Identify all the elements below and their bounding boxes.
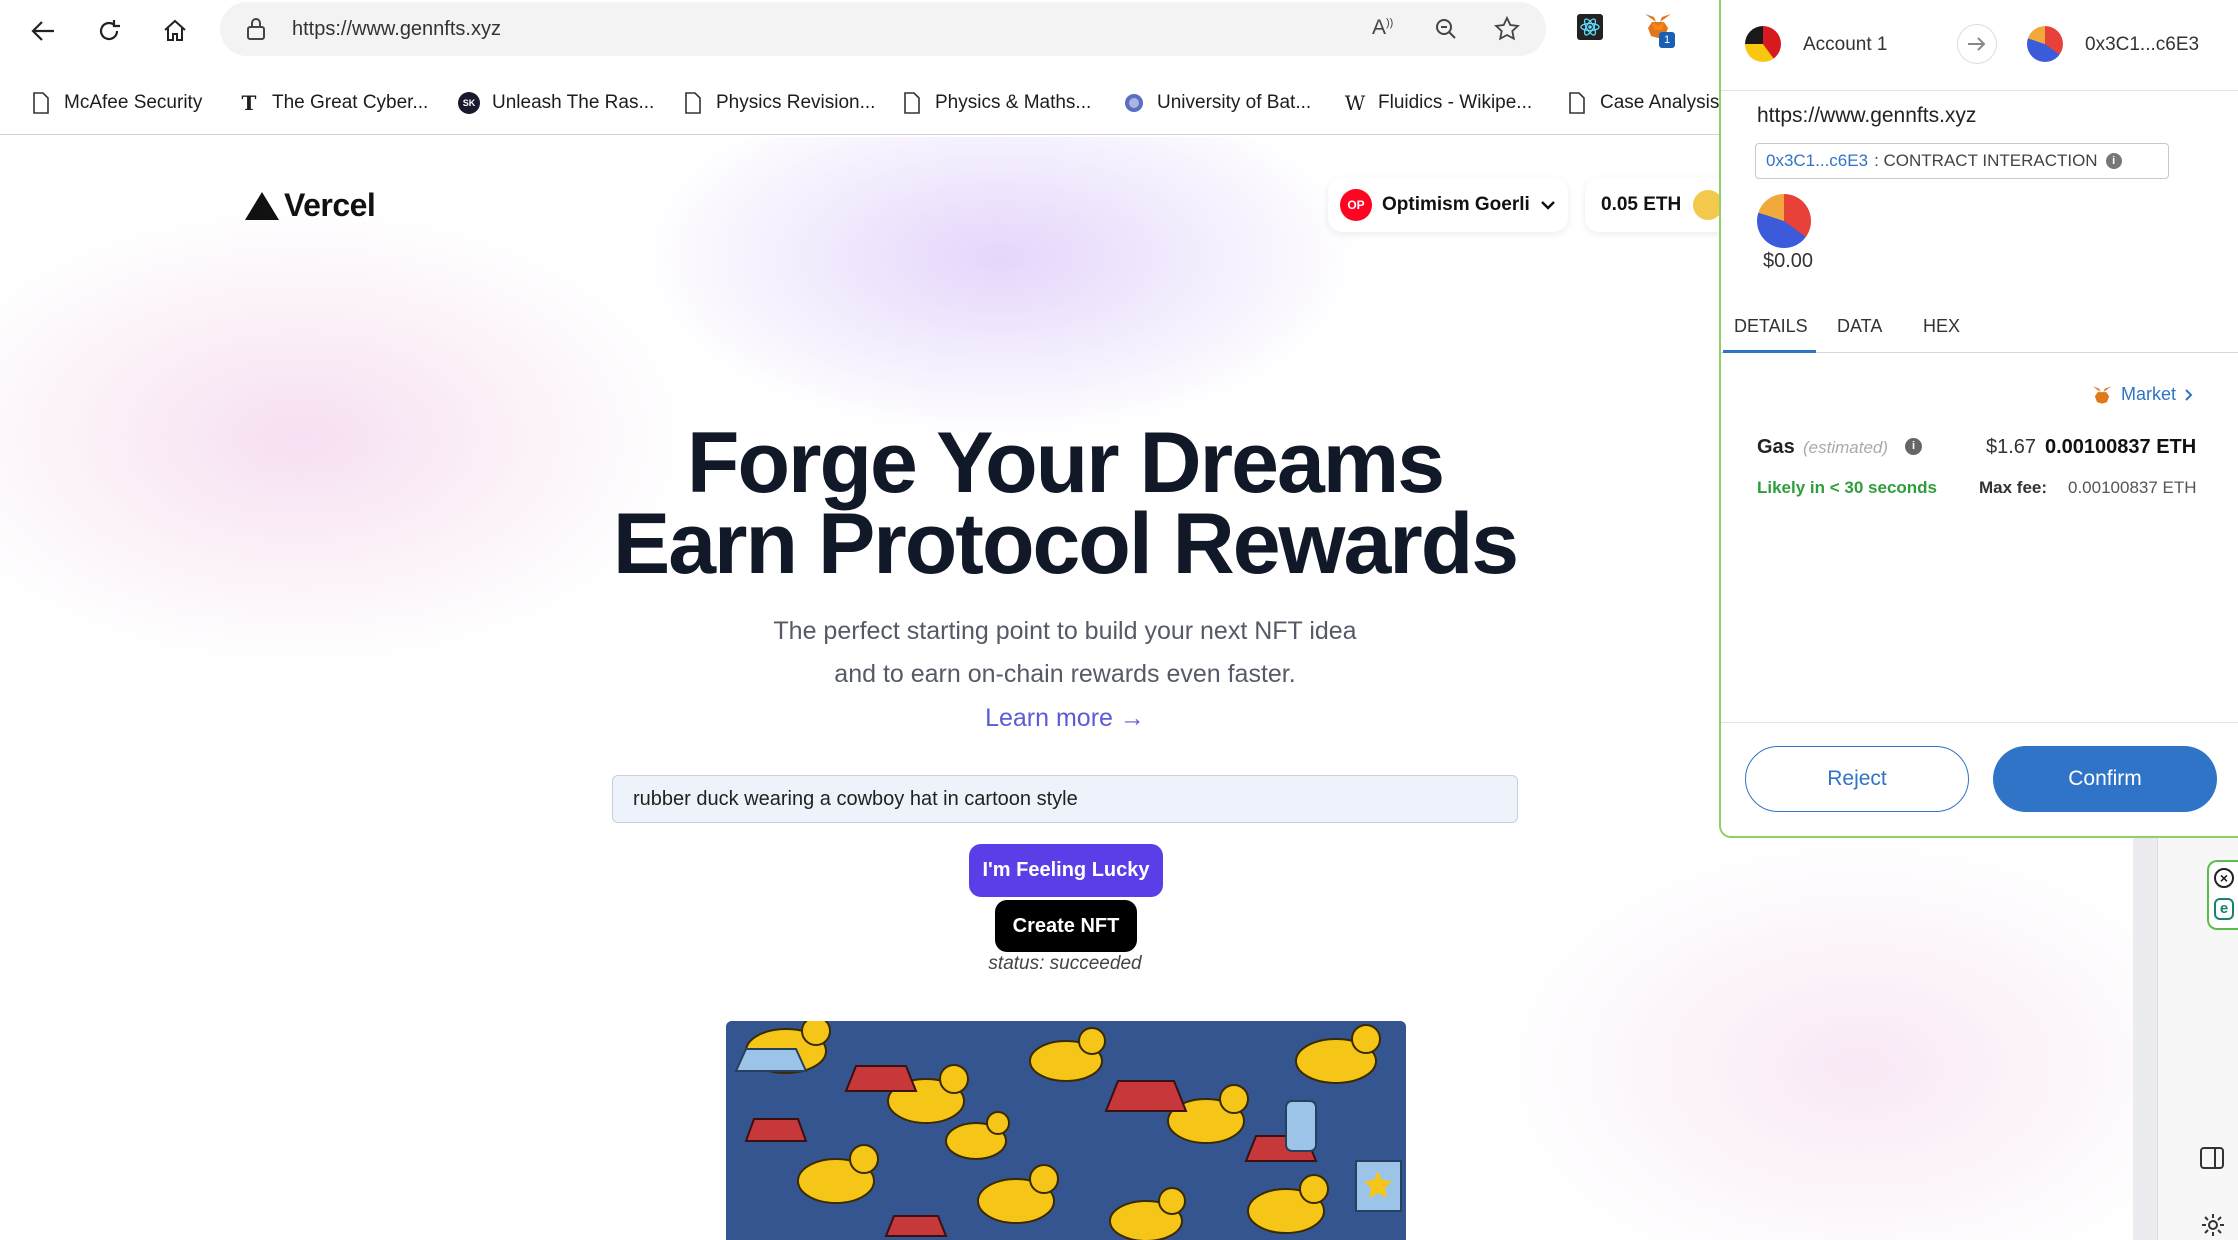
- popup-header: Account 1 0x3C1...c6E3: [1721, 0, 2238, 91]
- bookmark-label: Physics & Maths...: [935, 92, 1092, 113]
- active-tab-indicator: [1723, 350, 1816, 353]
- bookmark-item[interactable]: McAfee Security: [30, 86, 202, 120]
- tab-details[interactable]: DETAILS: [1734, 316, 1808, 337]
- tab-data[interactable]: DATA: [1837, 316, 1882, 337]
- reload-icon: [99, 20, 120, 41]
- globe-icon: [1123, 91, 1145, 115]
- bookmark-label: Physics Revision...: [716, 92, 876, 113]
- fox-icon: [2092, 385, 2112, 404]
- op-badge-icon: OP: [1340, 189, 1372, 221]
- home-button[interactable]: [154, 10, 196, 52]
- document-icon: [682, 91, 704, 115]
- origin-url: https://www.gennfts.xyz: [1757, 104, 1977, 127]
- market-label: Market: [2121, 384, 2177, 404]
- bookmark-item[interactable]: W Fluidics - Wikipe...: [1344, 86, 1532, 120]
- lock-icon: [247, 18, 265, 40]
- document-icon: [901, 91, 923, 115]
- balance-text: 0.05 ETH: [1601, 194, 1682, 215]
- gas-estimated-label: (estimated): [1803, 438, 1889, 457]
- bookmark-item[interactable]: University of Bat...: [1123, 86, 1311, 120]
- vercel-triangle-icon: [245, 191, 279, 220]
- arrow-right-icon: [1957, 24, 1997, 64]
- bookmark-label: The Great Cyber...: [272, 92, 429, 113]
- network-label: Optimism Goerli: [1382, 194, 1530, 215]
- metamask-extension-icon[interactable]: 1: [1643, 12, 1677, 48]
- home-icon: [164, 19, 186, 41]
- extension-widget[interactable]: × e: [2207, 860, 2238, 930]
- bookmark-label: Case Analysis o: [1600, 92, 1736, 113]
- chevron-down-icon: [1540, 201, 1555, 210]
- confirm-button[interactable]: Confirm: [1993, 746, 2217, 812]
- logo-text: Vercel: [284, 187, 376, 223]
- metamask-confirmation-popup: Account 1 0x3C1...c6E3 https://www.gennf…: [1719, 0, 2238, 838]
- document-icon: [30, 91, 52, 115]
- generated-nft-image: [726, 1021, 1406, 1240]
- contract-interaction-badge: 0x3C1...c6E3 : CONTRACT INTERACTION i: [1755, 143, 2169, 179]
- bookmark-item[interactable]: SK Unleash The Ras...: [458, 86, 654, 120]
- bookmark-item[interactable]: T The Great Cyber...: [238, 86, 429, 120]
- bookmark-label: Unleash The Ras...: [492, 92, 655, 113]
- url-text: https://www.gennfts.xyz: [292, 18, 501, 40]
- close-icon[interactable]: ×: [2214, 868, 2234, 888]
- sk-icon: SK: [458, 91, 480, 115]
- footer-divider: [1721, 722, 2238, 723]
- chevron-right-icon: [2185, 388, 2193, 401]
- token-avatar: [1757, 194, 1811, 248]
- wikipedia-icon: W: [1344, 91, 1366, 115]
- info-icon[interactable]: i: [1905, 438, 1922, 455]
- bookmark-item[interactable]: Case Analysis o: [1566, 86, 1735, 120]
- bookmark-label: University of Bat...: [1157, 92, 1312, 113]
- reject-button[interactable]: Reject: [1745, 746, 1969, 812]
- account-avatar: [1745, 26, 1781, 62]
- extension-badge-count: 1: [1659, 32, 1675, 48]
- reload-button[interactable]: [88, 10, 130, 52]
- back-arrow-icon: [31, 21, 54, 41]
- market-gas-option[interactable]: Market: [2091, 384, 2194, 405]
- document-icon: [1566, 91, 1588, 115]
- bookmark-label: Fluidics - Wikipe...: [1378, 92, 1533, 113]
- address-bar[interactable]: https://www.gennfts.xyz A)): [220, 2, 1546, 56]
- prompt-input[interactable]: rubber duck wearing a cowboy hat in cart…: [612, 775, 1518, 823]
- max-fee-value: 0.00100837 ETH: [2068, 478, 2197, 497]
- feeling-lucky-button[interactable]: I'm Feeling Lucky: [969, 844, 1163, 897]
- settings-gear-icon[interactable]: [2200, 1212, 2226, 1238]
- bookmark-item[interactable]: Physics Revision...: [682, 86, 875, 120]
- contract-interaction-label: : CONTRACT INTERACTION: [1874, 151, 2098, 170]
- recipient-address: 0x3C1...c6E3: [2085, 34, 2200, 55]
- likely-time-label: Likely in < 30 seconds: [1757, 478, 1938, 497]
- nyt-icon: T: [241, 91, 257, 115]
- back-button[interactable]: [22, 10, 64, 52]
- contract-address-link[interactable]: 0x3C1...c6E3: [1766, 151, 1868, 171]
- tab-hex[interactable]: HEX: [1923, 316, 1960, 337]
- site-logo[interactable]: Vercel: [244, 187, 376, 224]
- status-text: status: succeeded: [988, 953, 1142, 974]
- bookmark-label: McAfee Security: [64, 92, 203, 113]
- read-aloud-icon[interactable]: A)): [1372, 16, 1393, 40]
- bookmark-item[interactable]: Physics & Maths...: [901, 86, 1091, 120]
- split-panel-icon[interactable]: [2200, 1147, 2224, 1169]
- e-icon: e: [2214, 898, 2234, 920]
- zoom-icon[interactable]: [1434, 17, 1458, 41]
- balance-pill[interactable]: 0.05 ETH: [1585, 178, 1735, 232]
- transaction-amount: $0.00: [1763, 250, 1814, 272]
- gas-fee-usd: $1.67: [1986, 436, 2037, 458]
- account-name: Account 1: [1803, 34, 1888, 55]
- network-selector[interactable]: OP Optimism Goerli: [1328, 178, 1568, 232]
- info-icon[interactable]: i: [2105, 153, 2122, 169]
- react-devtools-extension-icon[interactable]: [1577, 14, 1603, 40]
- gas-fee-eth: 0.00100837 ETH: [2045, 436, 2197, 458]
- max-fee-label: Max fee:: [1979, 478, 2048, 497]
- create-nft-button[interactable]: Create NFT: [995, 900, 1137, 952]
- favorite-star-icon[interactable]: [1494, 16, 1520, 42]
- gas-label: Gas: [1757, 436, 1795, 458]
- recipient-avatar: [2027, 26, 2063, 62]
